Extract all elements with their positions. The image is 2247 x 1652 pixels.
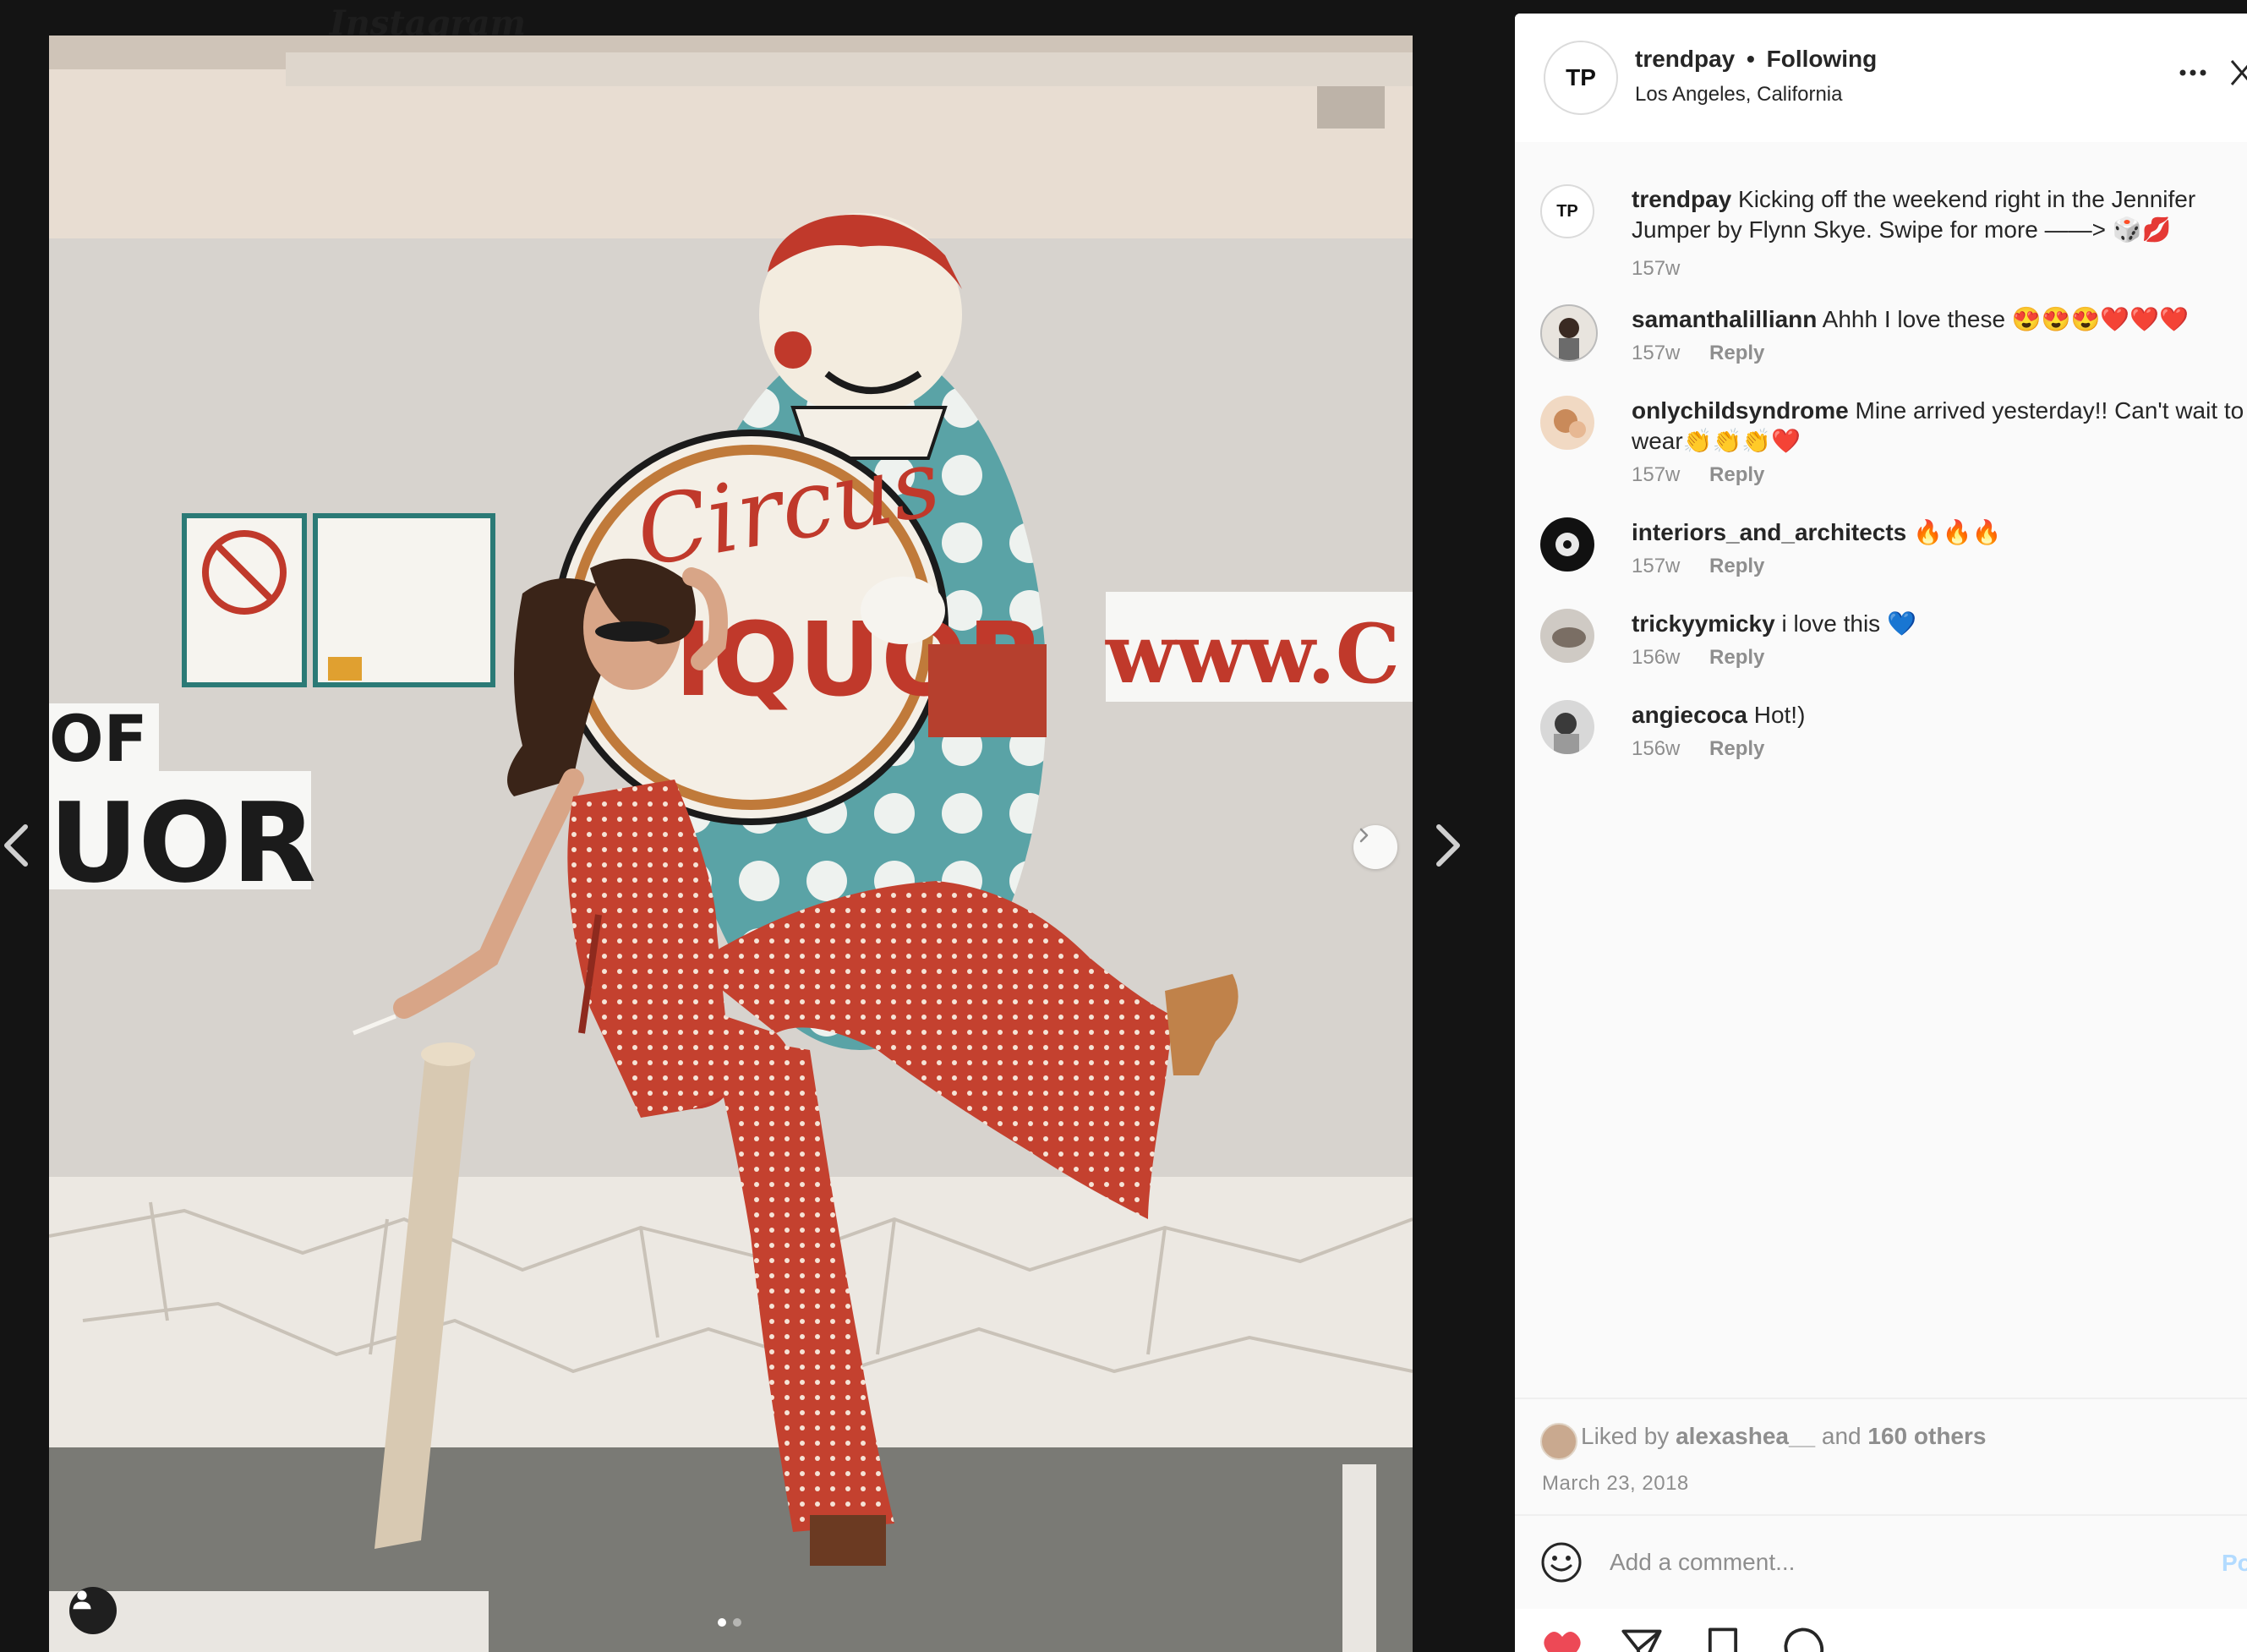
following-button[interactable]: Following: [1767, 46, 1878, 72]
chevron-right-icon: [1436, 824, 1460, 867]
comment-text: trickyymicky i love this 💙: [1632, 609, 2247, 639]
post-header: TP trendpay • Following Los Angeles, Cal…: [1515, 14, 2247, 144]
post-date[interactable]: March 23, 2018: [1542, 1472, 1689, 1496]
caption-author-avatar[interactable]: TP: [1540, 184, 1594, 238]
reply-button[interactable]: Reply: [1709, 737, 1764, 760]
carousel-dot: [733, 1618, 741, 1627]
comment-text: onlychildsyndrome Mine arrived yesterday…: [1632, 396, 2247, 457]
next-post-arrow[interactable]: [1422, 813, 1473, 878]
likes-section: Liked by alexashea__ and 160 others Marc…: [1515, 1398, 2247, 1516]
caption-time[interactable]: 157w: [1632, 257, 1680, 280]
comment-username[interactable]: trickyymicky: [1632, 610, 1775, 637]
commenter-avatar[interactable]: [1540, 396, 1594, 450]
svg-text:OF: OF: [49, 701, 148, 776]
likes-others-count[interactable]: 160 others: [1867, 1423, 1986, 1449]
reply-button[interactable]: Reply: [1709, 555, 1764, 577]
bookmark-icon[interactable]: [1701, 1626, 1745, 1652]
post-actions-bar: [1515, 1609, 2247, 1652]
separator-dot: •: [1747, 46, 1755, 72]
comment-time[interactable]: 156w: [1632, 737, 1680, 760]
liked-by-and: and: [1821, 1423, 1862, 1449]
reply-button[interactable]: Reply: [1709, 342, 1764, 364]
commenter-avatar[interactable]: [1540, 700, 1594, 754]
caption-meta: 157w: [1632, 257, 1680, 281]
liker-username[interactable]: alexashea__: [1676, 1423, 1815, 1449]
comment-time[interactable]: 157w: [1632, 342, 1680, 364]
comment-body: Hot!): [1753, 702, 1806, 728]
svg-text:UOR: UOR: [49, 779, 316, 907]
comment-meta: 156w Reply: [1632, 646, 1764, 670]
comment-time[interactable]: 157w: [1632, 463, 1680, 486]
comment-text: samanthalilliann Ahhh I love these 😍😍😍❤️…: [1632, 304, 2247, 335]
liked-by-prefix: Liked by: [1581, 1423, 1670, 1449]
carousel-indicator: [718, 1618, 741, 1627]
comment-time[interactable]: 157w: [1632, 555, 1680, 577]
comment-meta: 157w Reply: [1632, 463, 1764, 487]
svg-text:www.C: www.C: [1105, 606, 1400, 702]
comment-icon[interactable]: [1782, 1626, 1826, 1652]
comment-text: interiors_and_architects 🔥🔥🔥: [1632, 517, 2247, 548]
avatar-initials: TP: [1556, 201, 1578, 221]
heart-icon[interactable]: [1540, 1626, 1584, 1652]
liked-by-text[interactable]: Liked by alexashea__ and 160 others: [1581, 1423, 1986, 1450]
post-author-avatar[interactable]: TP: [1544, 41, 1618, 115]
emoji-icon[interactable]: [1540, 1541, 1583, 1584]
comment-username[interactable]: interiors_and_architects: [1632, 519, 1906, 545]
post-header-user-line: trendpay • Following: [1635, 46, 1877, 73]
post-location[interactable]: Los Angeles, California: [1635, 83, 1842, 107]
carousel-dot-active: [718, 1618, 726, 1627]
comment-text: angiecoca Hot!): [1632, 700, 2247, 730]
comment-username[interactable]: angiecoca: [1632, 702, 1747, 728]
post-photo[interactable]: OF UOR www.C Circus IQUOR: [49, 36, 1413, 1652]
comment-meta: 157w Reply: [1632, 555, 1764, 578]
post-author-username[interactable]: trendpay: [1635, 46, 1735, 72]
reply-button[interactable]: Reply: [1709, 463, 1764, 486]
post-side-panel: TP trendpay • Following Los Angeles, Cal…: [1515, 14, 2247, 1652]
add-comment-input[interactable]: [1608, 1540, 2161, 1585]
comment-body: 🔥🔥🔥: [1913, 519, 2002, 545]
carousel-next-button[interactable]: [1353, 825, 1397, 869]
commenter-avatar[interactable]: [1540, 517, 1594, 572]
add-comment-bar: Post: [1515, 1514, 2247, 1611]
comment-meta: 157w Reply: [1632, 342, 1764, 365]
comment-time[interactable]: 156w: [1632, 646, 1680, 669]
paper-plane-icon[interactable]: [1620, 1626, 1664, 1652]
user-icon: [73, 1590, 91, 1610]
commenter-avatar[interactable]: [1540, 304, 1598, 362]
tagged-users-button[interactable]: [69, 1587, 117, 1634]
reply-button[interactable]: Reply: [1709, 646, 1764, 669]
caption-text: trendpay Kicking off the weekend right i…: [1632, 184, 2247, 245]
previous-post-arrow[interactable]: [0, 813, 42, 878]
avatar-initials: TP: [1566, 64, 1596, 90]
comment-username[interactable]: onlychildsyndrome: [1632, 397, 1849, 424]
post-comment-button[interactable]: Post: [2222, 1550, 2247, 1577]
comment-body: Ahhh I love these 😍😍😍❤️❤️❤️: [1822, 306, 2189, 332]
commenter-avatar[interactable]: [1540, 609, 1594, 663]
comment-body: i love this 💙: [1781, 610, 1916, 637]
more-options-icon[interactable]: [2174, 54, 2211, 91]
liker-avatar[interactable]: [1540, 1423, 1577, 1460]
chevron-left-icon: [4, 824, 28, 867]
photo-illustration: OF UOR www.C Circus IQUOR: [49, 36, 1413, 1652]
chevron-right-icon: [1359, 828, 1369, 843]
comment-meta: 156w Reply: [1632, 737, 1764, 761]
caption-username[interactable]: trendpay: [1632, 186, 1731, 212]
comment-username[interactable]: samanthalilliann: [1632, 306, 1817, 332]
comments-section: TP trendpay Kicking off the weekend righ…: [1515, 142, 2247, 1398]
close-icon[interactable]: [2227, 56, 2247, 90]
